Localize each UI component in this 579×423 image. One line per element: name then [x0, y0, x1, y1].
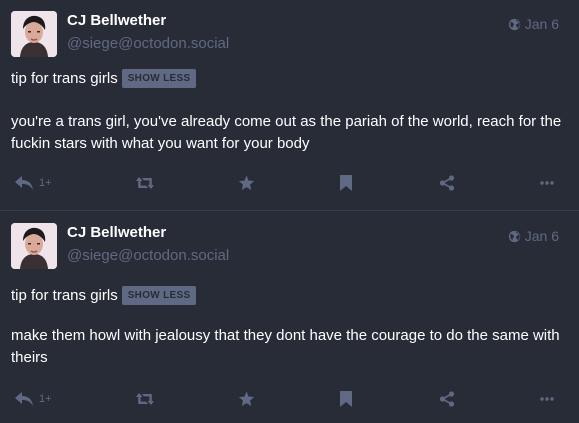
reply-count: 1+	[39, 177, 52, 189]
content-warning: tip for trans girls SHOW LESS	[11, 69, 197, 88]
show-less-button[interactable]: SHOW LESS	[121, 69, 197, 88]
bookmark-button[interactable]	[340, 173, 352, 193]
boost-button[interactable]	[135, 173, 155, 193]
avatar[interactable]	[11, 11, 57, 57]
status-timestamp[interactable]: Jan 6	[508, 228, 559, 244]
bookmark-icon	[340, 391, 352, 407]
reply-button[interactable]: 1+	[14, 389, 52, 409]
more-button[interactable]	[540, 389, 554, 409]
spoiler-text: tip for trans girls	[11, 287, 118, 304]
status-card[interactable]: CJ Bellwether @siege@octodon.social Jan …	[0, 0, 579, 211]
favourite-button[interactable]	[238, 389, 255, 409]
status-content: you're a trans girl, you've already come…	[11, 113, 562, 152]
globe-icon	[508, 230, 520, 242]
reply-count: 1+	[39, 393, 52, 405]
content-warning: tip for trans girls SHOW LESS	[11, 286, 197, 305]
boost-icon	[136, 393, 154, 405]
display-name[interactable]: CJ Bellwether	[67, 224, 166, 241]
status-timestamp[interactable]: Jan 6	[508, 16, 559, 32]
favourite-button[interactable]	[238, 173, 255, 193]
action-bar: 1+	[0, 170, 579, 196]
action-bar: 1+	[0, 386, 579, 412]
reply-button[interactable]: 1+	[14, 173, 52, 193]
timestamp-text: Jan 6	[524, 16, 559, 32]
status-content: make them howl with jealousy that they d…	[11, 327, 560, 366]
display-name[interactable]: CJ Bellwether	[67, 12, 166, 29]
favourite-icon	[238, 175, 255, 190]
more-button[interactable]	[540, 173, 554, 193]
more-icon	[540, 181, 554, 185]
reply-icon	[15, 392, 33, 406]
bookmark-button[interactable]	[340, 389, 352, 409]
reply-icon	[15, 176, 33, 190]
globe-icon	[508, 18, 520, 30]
bookmark-icon	[340, 175, 352, 191]
timestamp-text: Jan 6	[524, 228, 559, 244]
boost-icon	[136, 177, 154, 189]
boost-button[interactable]	[135, 389, 155, 409]
favourite-icon	[238, 391, 255, 406]
avatar[interactable]	[11, 223, 57, 269]
share-icon	[439, 175, 455, 191]
account-handle[interactable]: @siege@octodon.social	[67, 247, 229, 264]
share-button[interactable]	[439, 173, 455, 193]
status-card[interactable]: CJ Bellwether @siege@octodon.social Jan …	[0, 212, 579, 423]
spoiler-text: tip for trans girls	[11, 70, 118, 87]
account-handle[interactable]: @siege@octodon.social	[67, 35, 229, 52]
share-button[interactable]	[439, 389, 455, 409]
share-icon	[439, 391, 455, 407]
show-less-button[interactable]: SHOW LESS	[121, 286, 197, 305]
more-icon	[540, 397, 554, 401]
